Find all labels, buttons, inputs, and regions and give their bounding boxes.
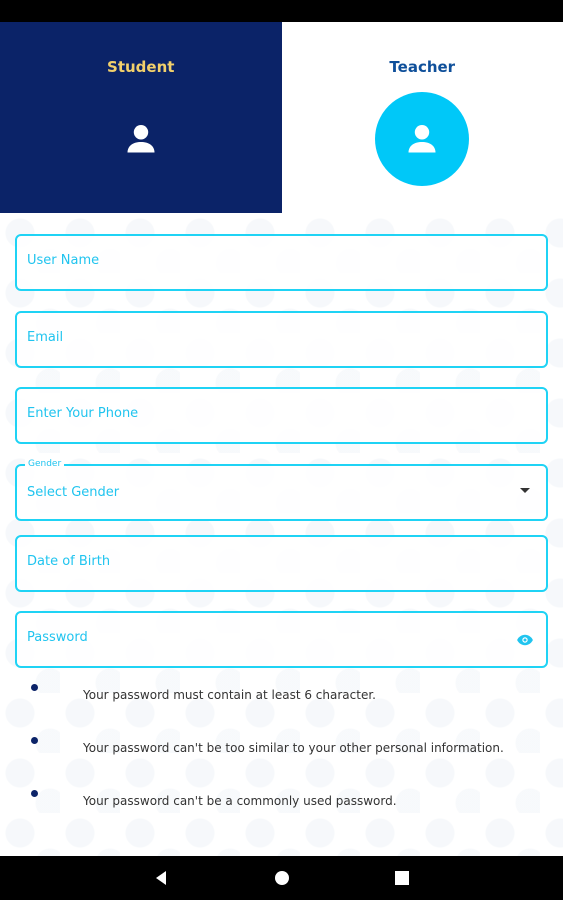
gender-select[interactable]: Gender Select Gender	[15, 459, 548, 521]
role-switch: Student Teacher	[0, 22, 563, 213]
bullet-icon	[31, 790, 38, 797]
password-rule-text: Your password must contain at least 6 ch…	[83, 688, 376, 702]
email-field[interactable]: Email	[15, 311, 548, 368]
gender-label: Gender	[25, 459, 65, 470]
password-rule: Your password must contain at least 6 ch…	[0, 680, 563, 704]
android-nav-bar	[0, 856, 563, 900]
dropdown-arrow-icon[interactable]	[520, 488, 530, 493]
gender-selected-value: Select Gender	[27, 485, 120, 500]
recents-icon[interactable]	[392, 868, 412, 888]
phone-field[interactable]: Enter Your Phone	[15, 387, 548, 444]
bullet-icon	[31, 684, 38, 691]
password-placeholder: Password	[27, 630, 88, 645]
student-role-label: Student	[107, 58, 175, 76]
back-icon[interactable]	[152, 868, 172, 888]
username-field[interactable]: User Name	[15, 234, 548, 291]
password-rule: Your password can't be too similar to yo…	[0, 733, 563, 757]
password-rule-text: Your password can't be a commonly used p…	[83, 794, 397, 808]
username-placeholder: User Name	[27, 253, 100, 268]
bullet-icon	[31, 737, 38, 744]
teacher-role-label: Teacher	[389, 58, 456, 76]
student-role-tab[interactable]: Student	[0, 22, 282, 213]
student-avatar	[94, 92, 188, 186]
password-rule: Your password can't be a commonly used p…	[0, 786, 563, 810]
date-of-birth-field[interactable]: Date of Birth	[15, 535, 548, 592]
dob-placeholder: Date of Birth	[27, 554, 111, 569]
person-icon	[408, 125, 436, 153]
password-field[interactable]: Password	[15, 611, 548, 668]
password-rule-text: Your password can't be too similar to yo…	[83, 741, 504, 755]
teacher-avatar	[375, 92, 470, 186]
email-placeholder: Email	[27, 330, 64, 345]
eye-icon[interactable]	[516, 631, 534, 649]
phone-placeholder: Enter Your Phone	[27, 406, 139, 421]
teacher-role-tab[interactable]: Teacher	[281, 22, 563, 213]
person-icon	[127, 125, 155, 153]
status-bar	[0, 0, 563, 22]
home-icon[interactable]	[272, 868, 292, 888]
